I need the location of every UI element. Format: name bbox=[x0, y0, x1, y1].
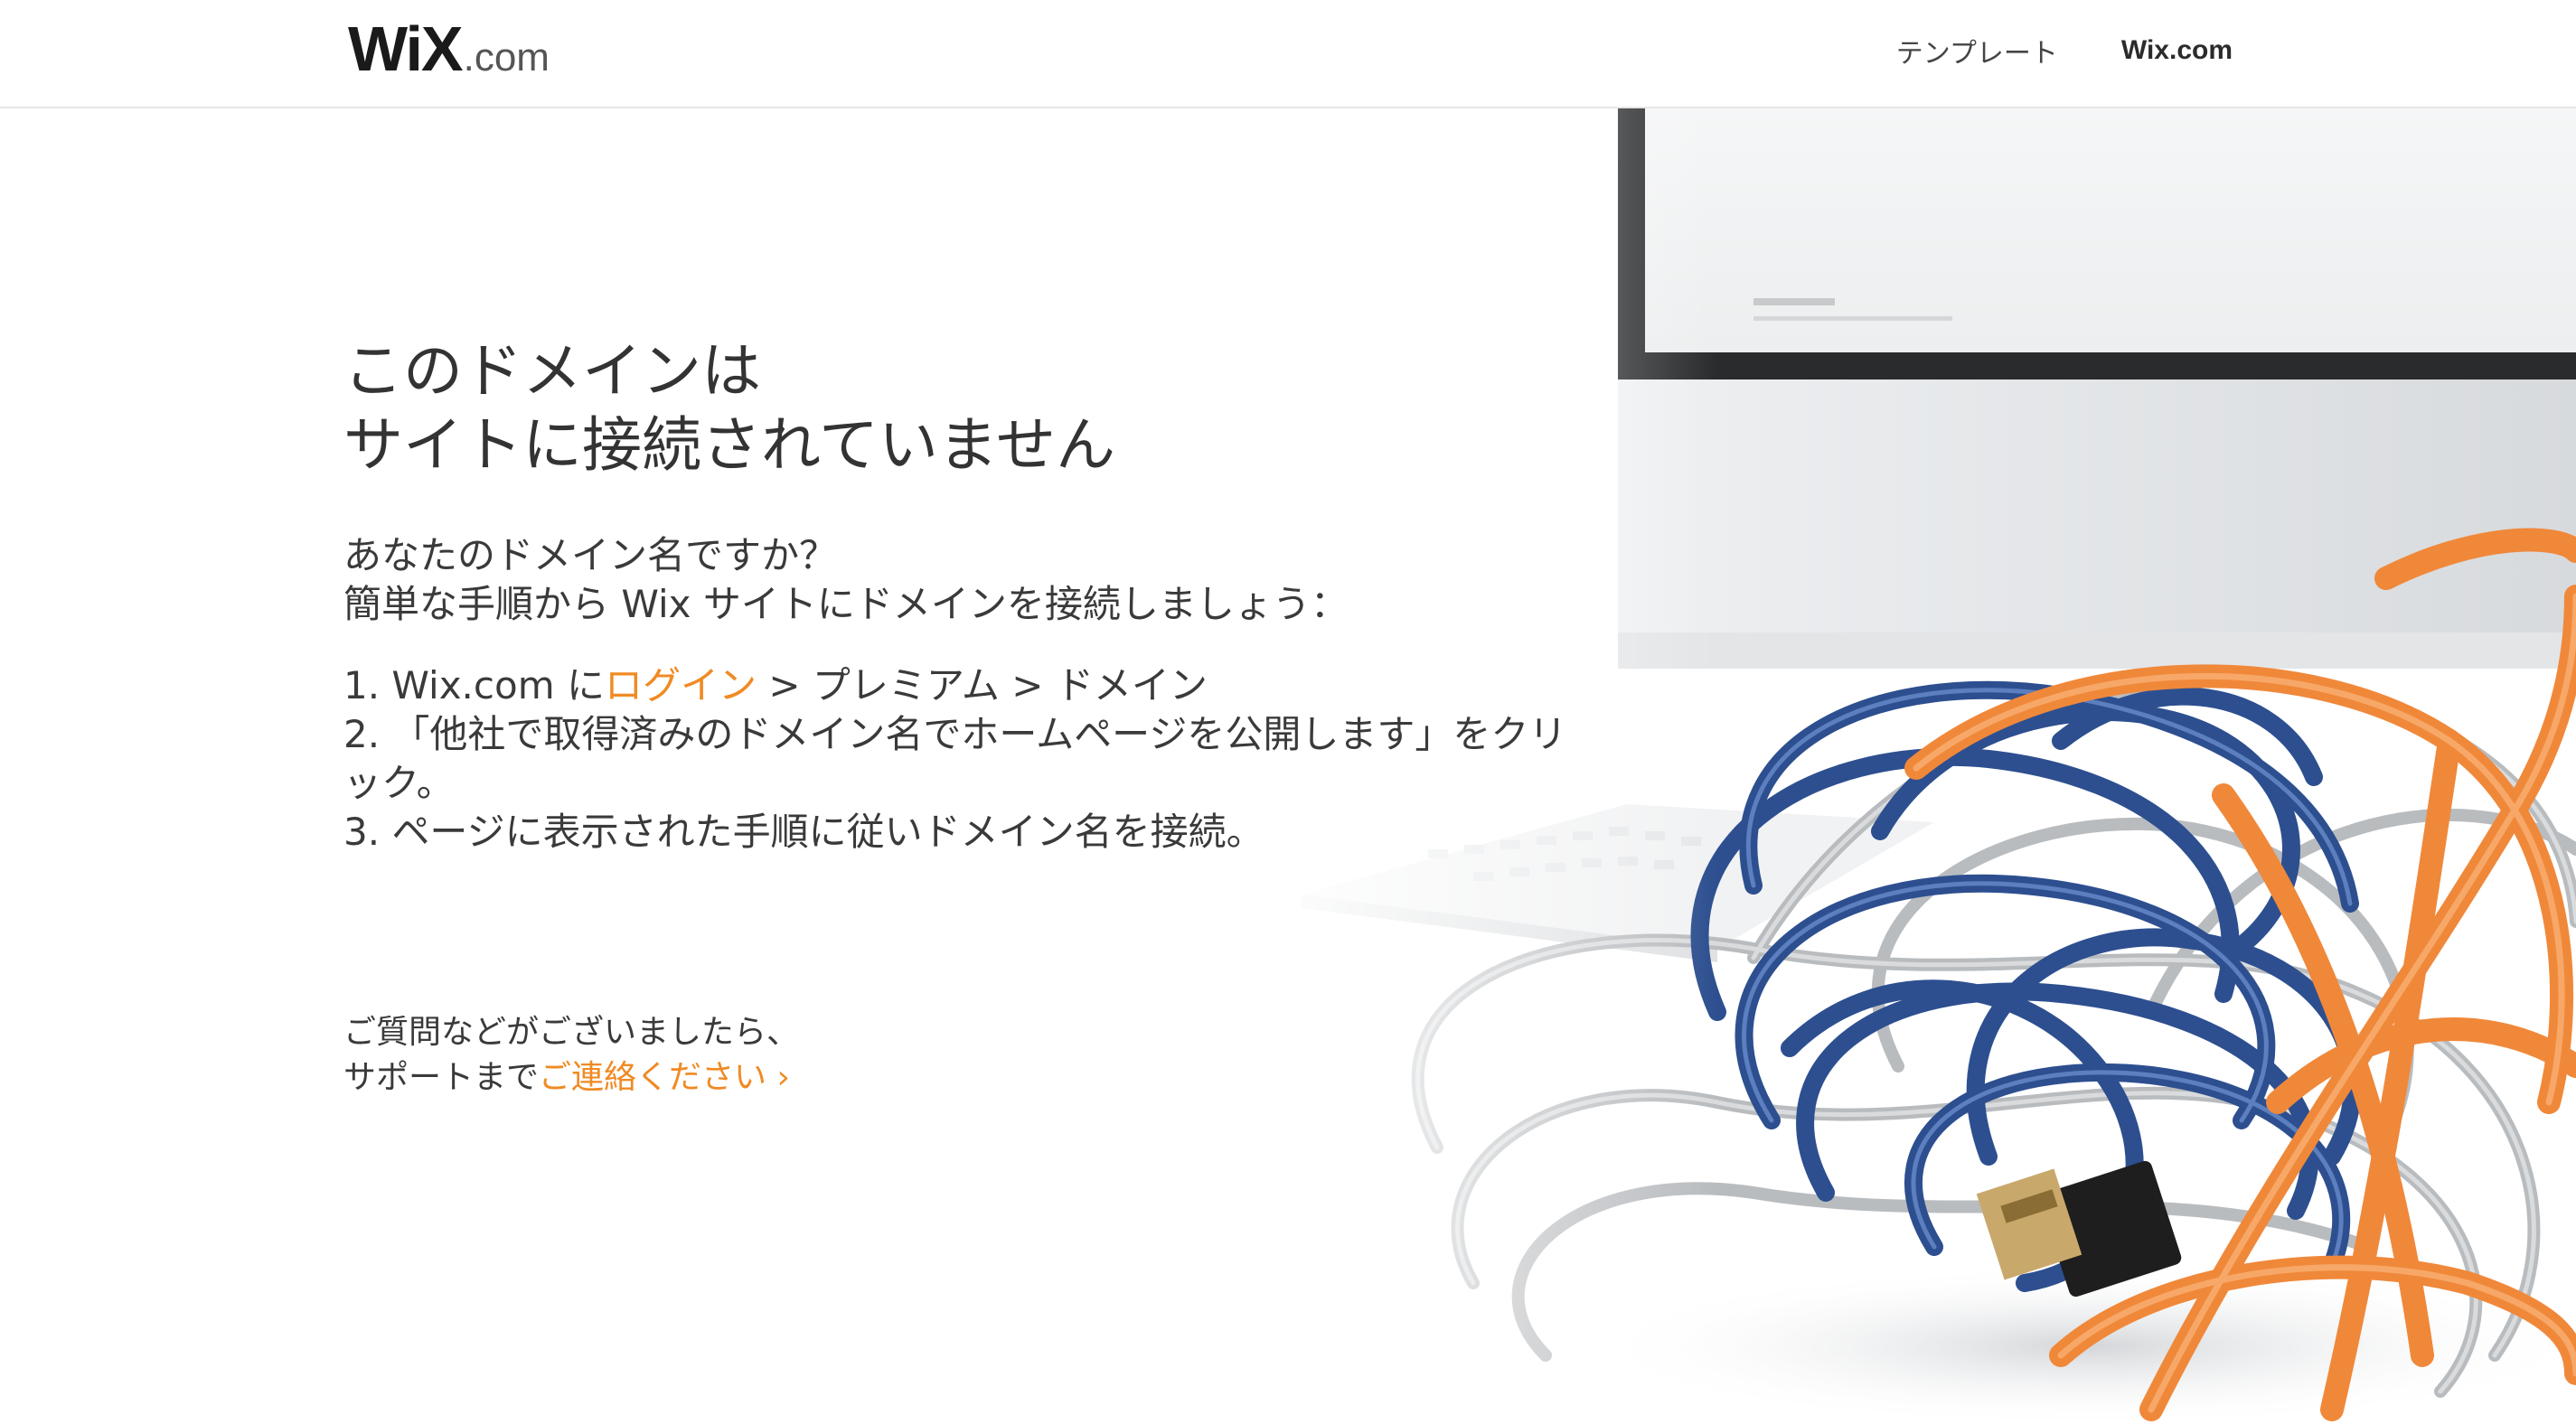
login-link[interactable]: ログイン bbox=[605, 663, 757, 707]
page-title-line2: サイトに接続されていません bbox=[343, 410, 1116, 480]
main-content: このドメインは サイトに接続されていません あなたのドメイン名ですか？ 簡単な手… bbox=[343, 334, 1609, 857]
support-line2: サポートまでご連絡ください › bbox=[343, 1055, 799, 1101]
support-line1: ご質問などがございましたら、 bbox=[343, 1014, 800, 1051]
intro-paragraph: あなたのドメイン名ですか？ 簡単な手順から Wix サイトにドメインを接続しまし… bbox=[343, 531, 1609, 629]
step-1-suffix: > プレミアム > ドメイン bbox=[756, 663, 1208, 707]
page-title: このドメインは サイトに接続されていません bbox=[343, 334, 1609, 482]
contact-support-link[interactable]: ご連絡ください › bbox=[539, 1059, 790, 1096]
step-2: 2. 「他社で取得済みのドメイン名でホームページを公開します」をクリック。 bbox=[343, 712, 1567, 805]
top-nav: テンプレート Wix.com bbox=[1896, 31, 2233, 70]
support-section: ご質問などがございましたら、 サポートまでご連絡ください › bbox=[343, 1010, 799, 1101]
page-title-line1: このドメインは bbox=[343, 336, 761, 406]
wix-logo[interactable]: WiX .com bbox=[348, 13, 550, 85]
instruction-text: 簡単な手順から Wix サイトにドメインを接続しましょう： bbox=[343, 582, 1349, 626]
site-header: WiX .com テンプレート Wix.com bbox=[0, 0, 2576, 108]
steps-list: 1. Wix.com にログイン > プレミアム > ドメイン 2. 「他社で取… bbox=[343, 661, 1591, 857]
support-prefix: サポートまで bbox=[343, 1059, 540, 1096]
question-text: あなたのドメイン名ですか？ bbox=[343, 533, 838, 577]
logo-wix-text: WiX bbox=[348, 14, 464, 84]
logo-com-text: .com bbox=[463, 35, 550, 80]
nav-wix-link[interactable]: Wix.com bbox=[2121, 35, 2233, 66]
monitor-image bbox=[1618, 108, 2576, 669]
step-1: 1. Wix.com にログイン > プレミアム > ドメイン bbox=[343, 661, 1591, 710]
step-1-prefix: 1. Wix.com に bbox=[343, 663, 605, 707]
step-3: 3. ページに表示された手順に従いドメイン名を接続。 bbox=[343, 810, 1264, 854]
nav-templates-link[interactable]: テンプレート bbox=[1896, 31, 2058, 70]
